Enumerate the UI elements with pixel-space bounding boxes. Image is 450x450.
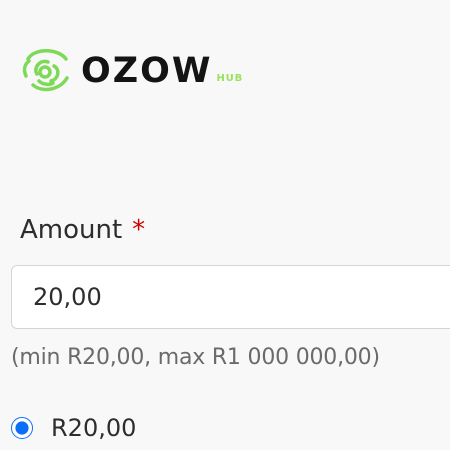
amount-label-text: Amount — [20, 215, 123, 245]
payment-page: OZOW HUB Amount * (min R20,00, max R1 000… — [0, 0, 450, 450]
amount-input[interactable] — [11, 265, 450, 329]
required-marker: * — [132, 215, 146, 245]
ozow-eye-icon — [22, 49, 69, 92]
amount-range-hint: (min R20,00, max R1 000 000,00) — [11, 345, 380, 370]
brand-suffix: HUB — [216, 72, 244, 84]
amount-option-20-label: R20,00 — [51, 414, 137, 442]
amount-option-20[interactable]: R20,00 — [11, 410, 136, 446]
amount-label: Amount * — [20, 212, 145, 248]
ozow-hub-logo: OZOW HUB — [20, 44, 243, 96]
amount-option-20-radio[interactable] — [11, 417, 33, 439]
brand-name: OZOW — [81, 50, 213, 91]
